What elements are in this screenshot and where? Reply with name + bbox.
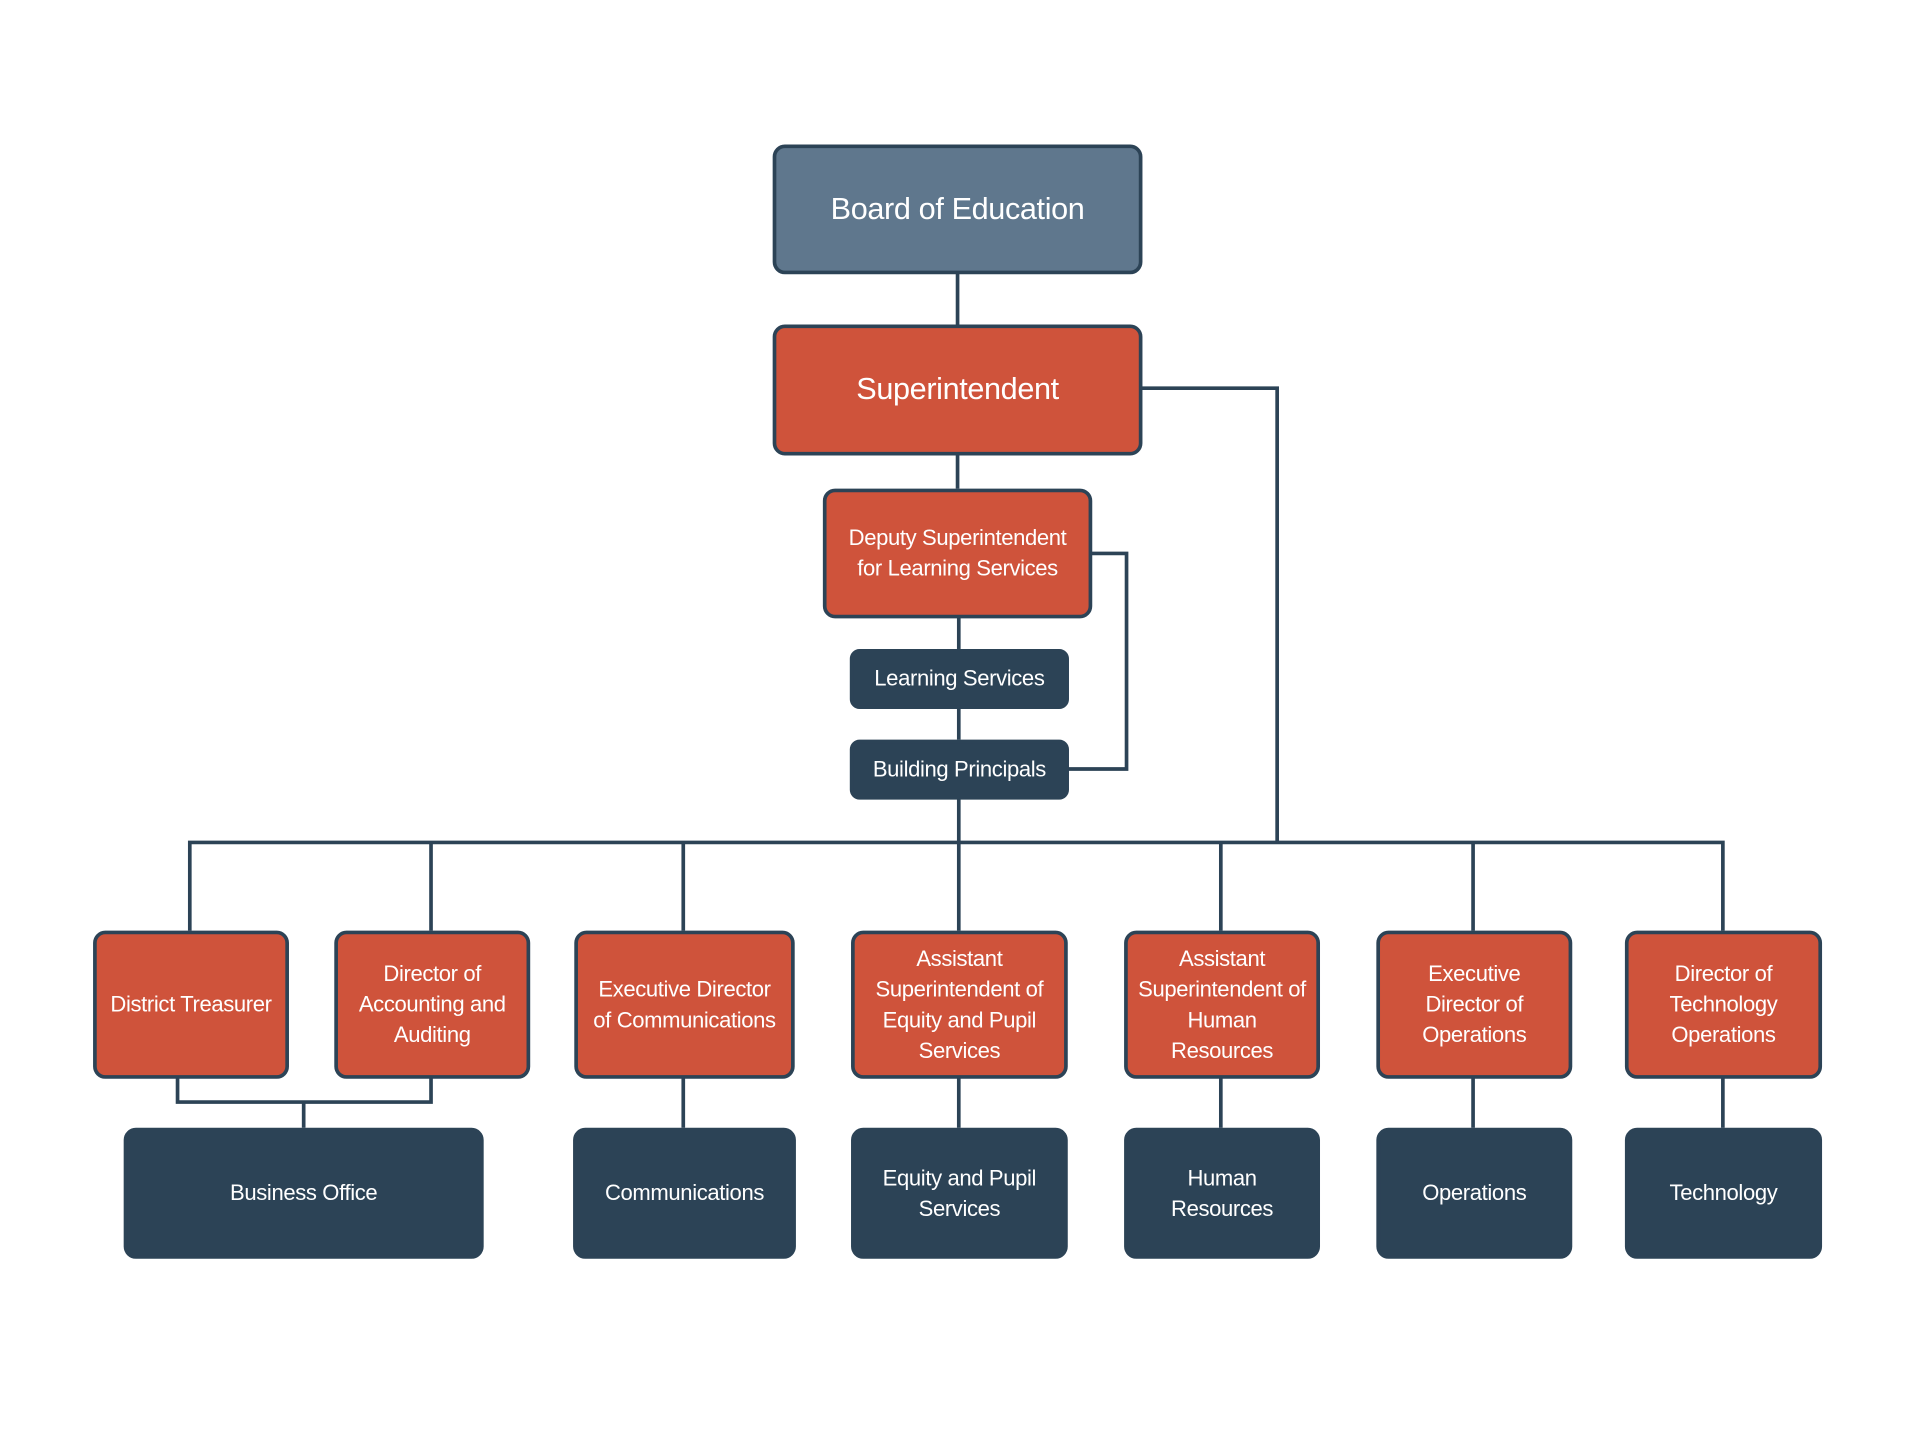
node-exec-director-communications: Executive Director of Communications xyxy=(574,930,795,1079)
node-deputy-superintendent: Deputy Superintendent for Learning Servi… xyxy=(822,488,1093,619)
connector-horizontal-bus xyxy=(187,840,1725,931)
node-operations: Operations xyxy=(1376,1127,1573,1259)
node-asst-superintendent-equity: Assistant Superintendent of Equity and P… xyxy=(851,930,1068,1079)
node-learning-services: Learning Services xyxy=(849,648,1069,709)
node-equity-pupil-services: Equity and Pupil Services xyxy=(851,1127,1068,1259)
node-business-office: Business Office xyxy=(123,1127,484,1259)
node-building-principals: Building Principals xyxy=(849,739,1069,800)
connector-business-office xyxy=(175,1077,433,1128)
node-communications: Communications xyxy=(573,1127,796,1259)
node-exec-director-operations: Executive Director of Operations xyxy=(1376,930,1573,1079)
node-asst-superintendent-hr: Assistant Superintendent of Human Resour… xyxy=(1124,930,1321,1079)
node-human-resources: Human Resources xyxy=(1124,1127,1321,1259)
node-director-accounting: Director of Accounting and Auditing xyxy=(334,930,531,1079)
node-board-of-education: Board of Education xyxy=(772,144,1143,275)
org-chart: Board of Education Superintendent Deputy… xyxy=(0,0,1920,1440)
node-district-treasurer: District Treasurer xyxy=(93,930,289,1079)
connector-superintendent-bus xyxy=(1141,386,1279,843)
node-technology: Technology xyxy=(1624,1127,1823,1259)
node-director-technology: Director of Technology Operations xyxy=(1624,930,1823,1079)
node-superintendent: Superintendent xyxy=(772,324,1143,456)
